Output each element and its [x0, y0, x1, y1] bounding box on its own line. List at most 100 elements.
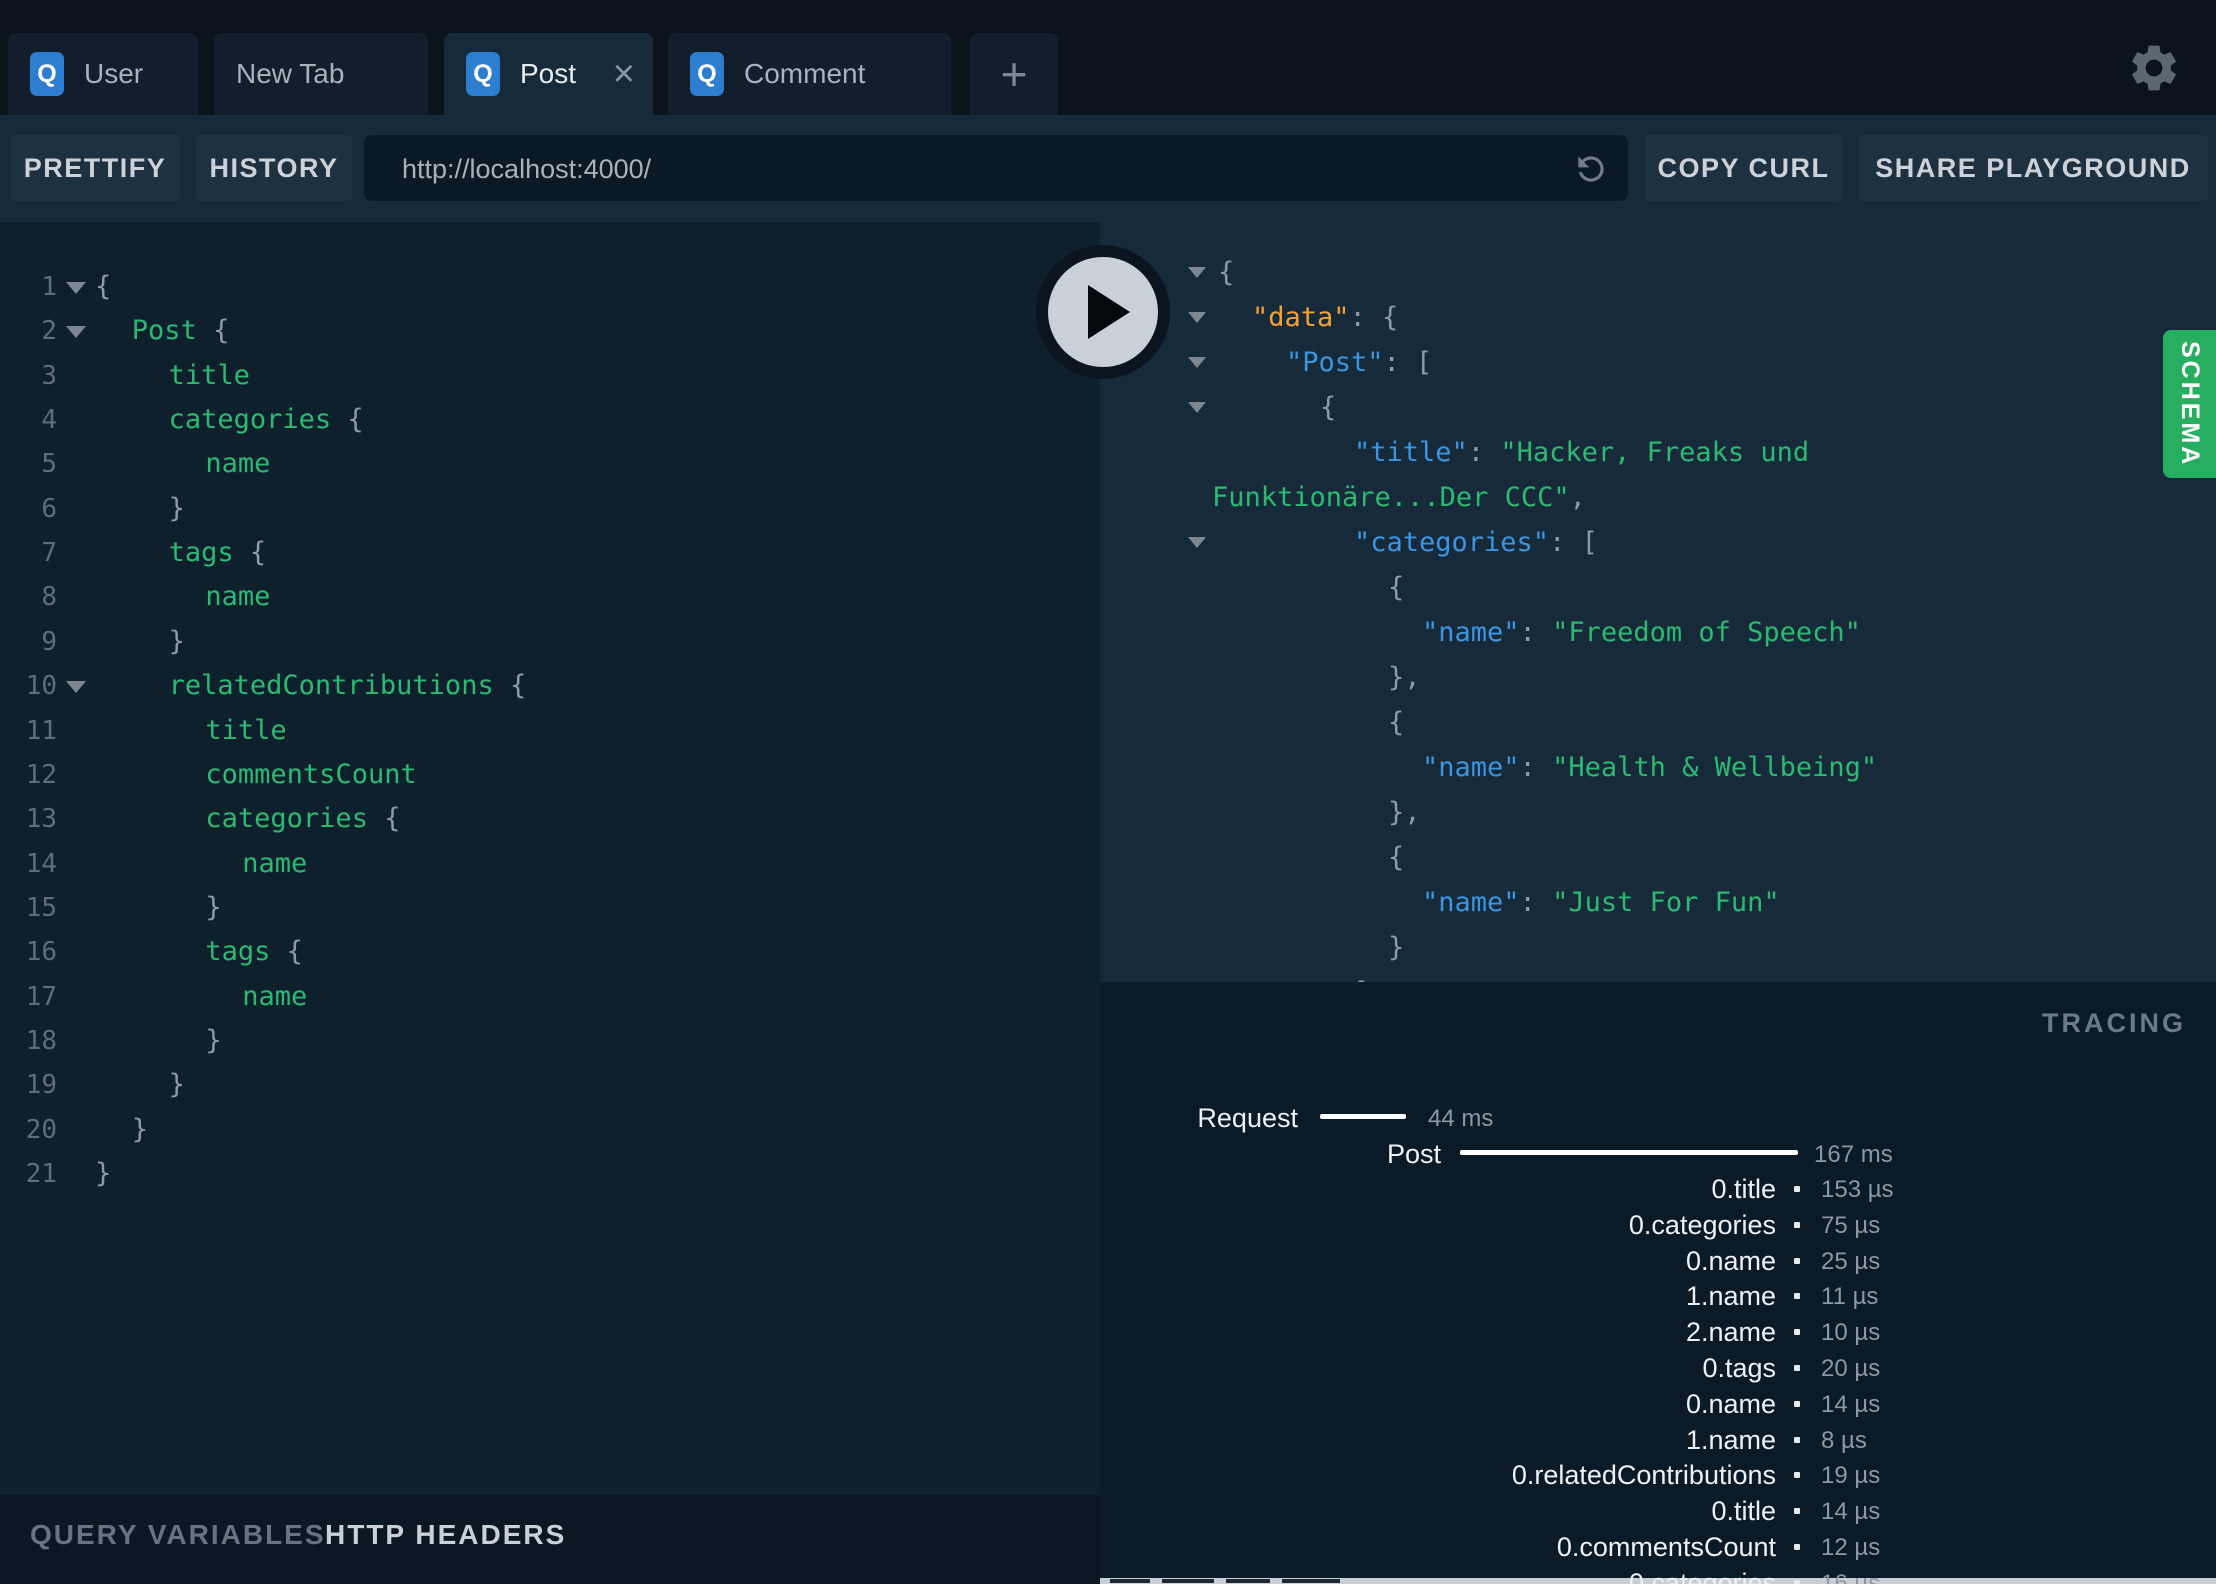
schema-tab[interactable]: SCHEMA: [2163, 330, 2216, 478]
code-token: "Hacker, Freaks und: [1500, 437, 1810, 468]
tab-label: New Tab: [236, 58, 345, 89]
fold-arrow-icon[interactable]: [1188, 537, 1206, 548]
resolver-duration: 14 µs: [1821, 1498, 1881, 1526]
graphql-playground: Q User New Tab Q Post × Q Comment + PRETTIFY HI…: [0, 0, 2216, 1584]
query-line[interactable]: name: [242, 975, 307, 1019]
query-editor[interactable]: 1{2 Post {3 title 4 categories {5 name 6} 7 tags…: [0, 222, 1100, 1495]
trace-dot: [1794, 1329, 1800, 1336]
query-line[interactable]: name: [205, 575, 270, 619]
tab-label: User: [84, 58, 144, 89]
query-line[interactable]: tags {: [169, 531, 267, 575]
tracing-panel: TRACING Request 44 ms Post 167 ms 0.title 153…: [1100, 982, 2216, 1584]
resolver-duration: 19 µs: [1821, 1462, 1881, 1490]
response-line: "name": "Just For Fun": [1422, 881, 1780, 925]
tab-post[interactable]: Q Post ×: [444, 33, 653, 115]
code-token: {: [1388, 707, 1405, 738]
query-line[interactable]: }: [169, 620, 185, 664]
code-token: :: [1519, 617, 1553, 648]
response-line: {: [1320, 386, 1336, 430]
code-token: relatedContributions: [168, 670, 510, 702]
query-line[interactable]: categories {: [169, 398, 364, 442]
line-number: 10: [25, 671, 57, 702]
query-line[interactable]: }: [205, 886, 221, 930]
fold-arrow-icon[interactable]: [66, 681, 86, 694]
line-number: 21: [25, 1159, 57, 1189]
line-number: 8: [41, 582, 57, 613]
trace-dot: [1794, 1257, 1800, 1264]
response-line: "categories": [: [1354, 521, 1598, 565]
fold-arrow-icon[interactable]: [66, 326, 86, 339]
query-line[interactable]: Post {: [132, 309, 230, 353]
response-line: "title": "Hacker, Freaks und: [1354, 431, 1809, 475]
url-input[interactable]: [400, 135, 1534, 203]
code-token: }: [168, 1069, 185, 1101]
query-line[interactable]: commentsCount: [205, 753, 416, 797]
code-token: {: [1388, 842, 1405, 873]
code-token: }: [168, 492, 185, 524]
code-token: },: [1388, 662, 1421, 693]
query-line[interactable]: }: [169, 1063, 185, 1107]
code-token: title: [168, 359, 250, 391]
fold-arrow-icon[interactable]: [1188, 312, 1206, 323]
query-line[interactable]: }: [95, 1152, 111, 1196]
trace-dot: [1794, 1400, 1800, 1407]
query-line[interactable]: name: [205, 442, 270, 486]
url-bar: [364, 135, 1628, 203]
query-line[interactable]: }: [169, 487, 185, 531]
play-button[interactable]: [1036, 245, 1170, 379]
query-line[interactable]: {: [95, 265, 111, 309]
resolver-duration: 11 µs: [1821, 1283, 1879, 1311]
fold-arrow-icon[interactable]: [1188, 357, 1206, 368]
line-number: 14: [25, 848, 57, 879]
tracing-heading: TRACING: [2042, 1008, 2186, 1038]
code-token: }: [131, 1113, 149, 1145]
code-token: {: [509, 670, 527, 702]
line-number: 4: [41, 405, 57, 436]
query-line[interactable]: tags {: [205, 930, 303, 974]
query-line[interactable]: }: [132, 1108, 148, 1152]
resolver-duration: 14 µs: [1821, 1390, 1881, 1418]
tab-user[interactable]: Q User: [8, 33, 198, 115]
share-playground-button[interactable]: SHARE PLAYGROUND: [1858, 135, 2208, 201]
code-token: ,: [1569, 482, 1586, 513]
reload-icon[interactable]: [1572, 150, 1610, 188]
fold-arrow-icon[interactable]: [1188, 402, 1206, 413]
history-button[interactable]: HISTORY: [196, 135, 352, 201]
query-line[interactable]: name: [242, 842, 307, 886]
query-line[interactable]: }: [205, 1019, 221, 1063]
code-token: name: [205, 581, 271, 613]
code-token: "name": [1422, 752, 1520, 783]
tab-comment[interactable]: Q Comment: [668, 33, 951, 115]
tab-new-tab[interactable]: New Tab: [214, 33, 428, 115]
code-token: {: [213, 315, 230, 347]
response-line: {: [1388, 701, 1404, 745]
copy-curl-button[interactable]: COPY CURL: [1645, 135, 1842, 201]
code-token: }: [168, 625, 185, 657]
query-badge: Q: [30, 52, 64, 96]
code-token: title: [205, 714, 287, 746]
code-token: tags: [168, 537, 250, 569]
query-line[interactable]: categories {: [205, 797, 400, 841]
settings-gear-icon[interactable]: [2126, 40, 2182, 96]
tab-label: Post: [520, 58, 577, 89]
code-token: "Freedom of Speech": [1552, 617, 1861, 648]
code-token: {: [286, 936, 303, 968]
close-tab-icon[interactable]: ×: [587, 55, 635, 93]
prettify-button[interactable]: PRETTIFY: [10, 135, 180, 201]
code-token: Post: [131, 315, 214, 347]
fold-arrow-icon[interactable]: [66, 282, 86, 294]
code-token: },: [1388, 797, 1421, 828]
code-token: }: [205, 1024, 222, 1056]
query-line[interactable]: title: [169, 354, 250, 398]
http-headers-tab[interactable]: HTTP HEADERS: [325, 1519, 566, 1551]
add-tab-button[interactable]: +: [970, 33, 1058, 115]
query-variables-tab[interactable]: QUERY VARIABLES: [30, 1519, 326, 1551]
schema-tab-label: SCHEMA: [2176, 340, 2204, 468]
plus-icon: +: [1000, 48, 1028, 100]
query-line[interactable]: relatedContributions {: [169, 664, 527, 708]
tab-label: Comment: [744, 58, 866, 89]
line-number: 2: [41, 316, 57, 347]
fold-arrow-icon[interactable]: [1188, 267, 1206, 278]
query-line[interactable]: title: [205, 709, 286, 753]
resolver-path: 2.name: [1685, 1317, 1776, 1348]
